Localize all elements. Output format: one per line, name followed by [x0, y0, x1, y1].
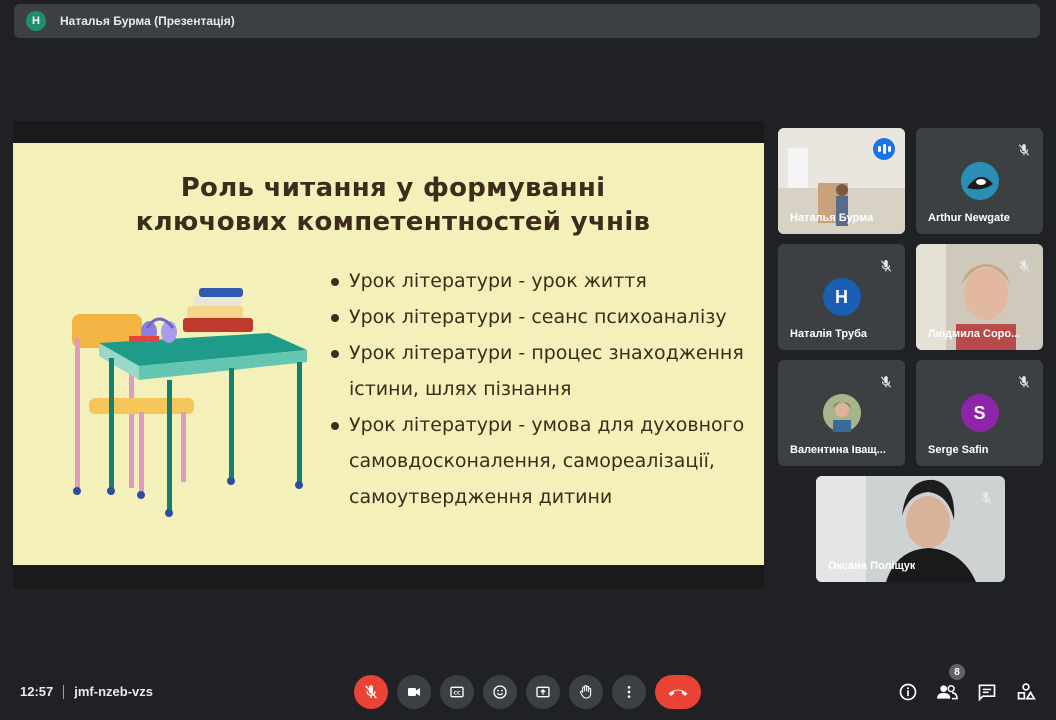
meeting-code: jmf-nzeb-vzs [74, 684, 153, 699]
end-call-icon [668, 689, 688, 696]
slide: Роль читання у формуванні ключових компе… [13, 143, 764, 565]
bullet-text: Урок літератури - сеанс психоаналізу [349, 306, 727, 328]
bullet-item: Урок літератури - урок життя [329, 263, 749, 299]
bullet-text: Урок літератури - процес знаходження [349, 342, 744, 364]
divider [63, 684, 65, 699]
slide-title-line2: ключових компетентностей учнів [135, 207, 651, 237]
people-icon [937, 685, 958, 700]
present-icon [536, 686, 550, 698]
chat-button[interactable] [974, 679, 1000, 705]
bullet-item: Урок літератури - умова для духовного са… [329, 407, 749, 515]
bullet-text: Урок літератури - урок життя [349, 270, 647, 292]
slide-bullets: Урок літератури - урок життя Урок літера… [329, 263, 749, 515]
participant-name: Наталія Труба [790, 328, 867, 340]
mic-toggle-button[interactable] [354, 675, 388, 709]
bullet-text: самовдосконалення, самореалізації, [349, 450, 715, 472]
meeting-info-button[interactable] [895, 679, 921, 705]
mic-off-icon [1014, 372, 1034, 392]
captions-button[interactable]: CC [440, 675, 474, 709]
people-button[interactable] [934, 679, 960, 705]
meeting-details: 12:57 jmf-nzeb-vzs [20, 684, 153, 699]
participant-tile[interactable]: Людмила Соро... [916, 244, 1043, 350]
presentation-view: Роль читання у формуванні ключових компе… [13, 121, 764, 589]
svg-text:CC: CC [454, 690, 461, 696]
participant-tile[interactable]: S Serge Safin [916, 360, 1043, 466]
participant-avatar: S [960, 394, 999, 432]
slide-title: Роль читання у формуванні ключових компе… [73, 171, 713, 239]
presenter-avatar: Н [26, 11, 46, 31]
participant-avatar: Н [822, 278, 861, 316]
more-vert-icon [627, 686, 631, 698]
speaking-indicator-icon [873, 138, 895, 160]
mic-off-icon [365, 685, 377, 699]
participant-tile[interactable]: Наталья Бурма [778, 128, 905, 234]
activities-button[interactable] [1013, 679, 1039, 705]
participant-name: Arthur Newgate [928, 212, 1010, 224]
desk-illustration-icon [72, 288, 307, 517]
info-icon [899, 683, 917, 701]
camera-toggle-button[interactable] [397, 675, 431, 709]
presenter-title: Наталья Бурма (Презентація) [60, 14, 235, 28]
emoji-icon [493, 685, 507, 699]
mic-off-icon [876, 372, 896, 392]
participant-name: Валентина Іващ... [790, 444, 886, 456]
participant-name: Serge Safin [928, 444, 989, 456]
hand-icon [580, 685, 592, 699]
participant-name: Людмила Соро... [928, 328, 1021, 340]
participant-avatar [960, 162, 999, 200]
participant-name: Наталья Бурма [790, 212, 874, 224]
bottom-toolbar: 12:57 jmf-nzeb-vzs CC 8 [0, 660, 1056, 720]
participant-name: Оксана Поліщук [828, 560, 916, 572]
mic-off-icon [1014, 256, 1034, 276]
participant-tile[interactable]: Оксана Поліщук [816, 476, 1005, 582]
more-options-button[interactable] [612, 675, 646, 709]
bullet-item: Урок літератури - сеанс психоаналізу [329, 299, 749, 335]
bullet-text: самоутвердження дитини [349, 486, 613, 508]
mic-off-icon [976, 488, 996, 508]
captions-icon: CC [450, 686, 464, 698]
raise-hand-button[interactable] [569, 675, 603, 709]
participant-tile[interactable]: Н Наталія Труба [778, 244, 905, 350]
bullet-text: Урок літератури - умова для духовного [349, 414, 745, 436]
slide-title-line1: Роль читання у формуванні [180, 173, 606, 203]
participant-tile[interactable]: Валентина Іващ... [778, 360, 905, 466]
participant-count-badge: 8 [949, 664, 965, 680]
mic-off-icon [1014, 140, 1034, 160]
leave-call-button[interactable] [655, 675, 701, 709]
meeting-time: 12:57 [20, 684, 54, 699]
bullet-item: Урок літератури - процес знаходження іст… [329, 335, 749, 407]
reactions-button[interactable] [483, 675, 517, 709]
chat-icon [978, 684, 996, 702]
bullet-text: істини, шлях пізнання [349, 378, 572, 400]
mic-off-icon [876, 256, 896, 276]
present-screen-button[interactable] [526, 675, 560, 709]
participant-tile[interactable]: Arthur Newgate [916, 128, 1043, 234]
participant-avatar [822, 394, 861, 432]
camera-icon [408, 688, 420, 696]
presenter-bar: Н Наталья Бурма (Презентація) [14, 4, 1040, 38]
activities-icon [1017, 683, 1036, 700]
